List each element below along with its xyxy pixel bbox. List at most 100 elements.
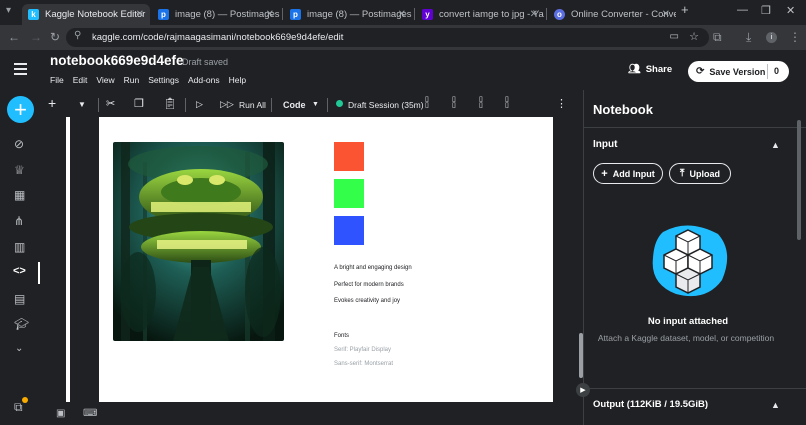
- close-tab-icon[interactable]: ✕: [266, 9, 274, 20]
- close-tab-icon[interactable]: ✕: [398, 9, 406, 20]
- empty-input-title: No input attached: [647, 316, 729, 327]
- notifications-icon[interactable]: ⧉: [14, 400, 23, 415]
- url-text: kaggle.com/code/rajmaagasimani/notebook6…: [92, 32, 344, 43]
- menu-view[interactable]: View: [96, 75, 114, 85]
- add-input-label: Add Input: [612, 168, 655, 179]
- cubes-illustration-icon: [652, 225, 728, 297]
- font-sans: Sans-serif: Montserrat: [334, 361, 394, 367]
- code-icon[interactable]: <>: [13, 265, 26, 277]
- tab-title: image (8) — Postimages: [175, 9, 280, 20]
- cell-type-dropdown-icon[interactable]: ▼: [312, 101, 319, 108]
- bottom-strip: [40, 402, 583, 425]
- panel-title: Notebook: [593, 102, 653, 117]
- chart-icon[interactable]: ▥: [14, 240, 25, 254]
- save-version-icon: ⟳: [696, 66, 705, 77]
- version-count[interactable]: 0: [774, 66, 779, 76]
- add-cell-dropdown-icon[interactable]: ▼: [78, 100, 86, 109]
- learn-icon[interactable]: 🎓︎: [14, 317, 29, 331]
- browser-tab-bar: ▾ k Kaggle Notebook Editor ✕ p image (8)…: [0, 0, 806, 25]
- menu-settings[interactable]: Settings: [148, 75, 179, 85]
- download-icon[interactable]: ⤓: [746, 30, 751, 45]
- close-tab-icon[interactable]: ✕: [530, 9, 538, 20]
- profile-avatar[interactable]: i: [766, 32, 777, 43]
- collapse-panel-button[interactable]: ▶: [576, 383, 590, 397]
- browser-tab-2[interactable]: p image (8) — Postimages ✕: [152, 4, 280, 25]
- ram-meter-icon: ▯ ▯: [479, 96, 483, 109]
- paste-icon[interactable]: 📋︎: [163, 97, 177, 110]
- menu-bar: File Edit View Run Settings Add-ons Help: [50, 75, 246, 85]
- cast-icon[interactable]: ▭: [670, 31, 679, 42]
- upload-icon: ⤒: [680, 168, 685, 179]
- reload-icon[interactable]: ↻: [50, 30, 60, 44]
- menu-run[interactable]: Run: [124, 75, 140, 85]
- share-button[interactable]: 👥︎ Share: [628, 64, 672, 75]
- browser-menu-icon[interactable]: ⋮: [789, 30, 801, 44]
- kaggle-favicon-icon: k: [28, 9, 39, 20]
- add-input-button[interactable]: + Add Input: [593, 163, 663, 184]
- close-tab-icon[interactable]: ✕: [136, 9, 144, 20]
- menu-addons[interactable]: Add-ons: [188, 75, 220, 85]
- minimize-icon[interactable]: —: [737, 4, 748, 16]
- input-collapse-chevron-icon[interactable]: ▲: [771, 140, 780, 150]
- color-swatch-blue: [334, 216, 364, 245]
- panel-scrollbar[interactable]: [797, 120, 801, 240]
- menu-help[interactable]: Help: [229, 75, 246, 85]
- console-icon[interactable]: ▣: [56, 408, 65, 419]
- cell-type-select[interactable]: Code: [283, 100, 306, 110]
- address-toolbar: ← → ↻ ⚲ kaggle.com/code/rajmaagasimani/n…: [0, 25, 806, 50]
- menu-file[interactable]: File: [50, 75, 64, 85]
- notebook-title[interactable]: notebook669e9d4efe: [50, 53, 184, 68]
- tab-title: Online Converter - Convert I: [571, 9, 676, 20]
- session-status[interactable]: Draft Session (35m): [348, 100, 424, 110]
- create-plus-button[interactable]: +: [7, 96, 34, 123]
- run-all-icon[interactable]: ▷▷: [220, 99, 234, 110]
- trophy-icon[interactable]: ♕: [14, 163, 25, 177]
- postimages-favicon-icon: p: [290, 9, 301, 20]
- empty-input-description: Attach a Kaggle dataset, model, or compe…: [597, 333, 775, 343]
- bookmark-star-icon[interactable]: ☆: [689, 30, 699, 43]
- save-status: Draft saved: [182, 57, 229, 67]
- input-section-header[interactable]: Input: [593, 139, 617, 150]
- forward-icon[interactable]: →: [30, 30, 42, 44]
- browser-tab-1[interactable]: k Kaggle Notebook Editor ✕: [22, 4, 150, 25]
- site-info-icon[interactable]: ⚲: [74, 30, 81, 41]
- tab-search-icon[interactable]: ▾: [6, 5, 11, 16]
- output-collapse-chevron-icon[interactable]: ▲: [771, 400, 780, 410]
- hamburger-menu-icon[interactable]: [14, 63, 27, 78]
- close-tab-icon[interactable]: ✕: [662, 9, 670, 20]
- keyboard-icon[interactable]: ⌨: [83, 408, 97, 419]
- browser-tab-3[interactable]: p image (8) — Postimages ✕: [284, 4, 412, 25]
- cut-icon[interactable]: ✂: [106, 97, 115, 110]
- new-tab-icon[interactable]: +: [681, 2, 689, 17]
- more-chevron-icon[interactable]: ⌄: [15, 343, 23, 354]
- tab-title: image (8) — Postimages: [307, 9, 412, 20]
- menu-edit[interactable]: Edit: [73, 75, 88, 85]
- models-icon[interactable]: ⋔: [14, 214, 24, 228]
- browser-tab-4[interactable]: y convert iamge to jpg - Yahoo ✕: [416, 4, 544, 25]
- close-window-icon[interactable]: ✕: [786, 4, 795, 17]
- output-treehouse-image: [113, 142, 284, 341]
- postimages-favicon-icon: p: [158, 9, 169, 20]
- extensions-icon[interactable]: ⧉: [713, 30, 722, 45]
- url-bar[interactable]: ⚲ kaggle.com/code/rajmaagasimani/noteboo…: [66, 28, 709, 47]
- more-options-icon[interactable]: ⋮: [556, 97, 567, 110]
- back-icon[interactable]: ←: [8, 30, 20, 44]
- upload-button[interactable]: ⤒ Upload: [669, 163, 731, 184]
- output-section-header[interactable]: Output (112KiB / 19.5GiB): [593, 399, 708, 410]
- add-cell-icon[interactable]: +: [48, 95, 56, 111]
- compass-icon[interactable]: ⊘: [14, 137, 24, 151]
- save-version-button[interactable]: ⟳ Save Version 0: [688, 61, 789, 82]
- run-cell-icon[interactable]: ▷: [196, 99, 203, 110]
- table-icon[interactable]: ▦: [14, 188, 25, 202]
- cell-selection-bar[interactable]: [66, 117, 70, 402]
- save-version-label: Save Version: [709, 66, 766, 77]
- description-line: Perfect for modern brands: [334, 282, 404, 288]
- tab-title: convert iamge to jpg - Yahoo: [439, 9, 544, 20]
- run-all-button[interactable]: Run All: [239, 100, 266, 110]
- copy-icon[interactable]: ❐: [134, 97, 144, 110]
- browser-tab-5[interactable]: o Online Converter - Convert I ✕: [548, 4, 676, 25]
- discussion-icon[interactable]: ▤: [14, 292, 25, 306]
- color-swatch-green: [334, 179, 364, 208]
- restore-icon[interactable]: ❐: [761, 4, 771, 17]
- font-serif: Serif: Playfair Display: [334, 347, 392, 353]
